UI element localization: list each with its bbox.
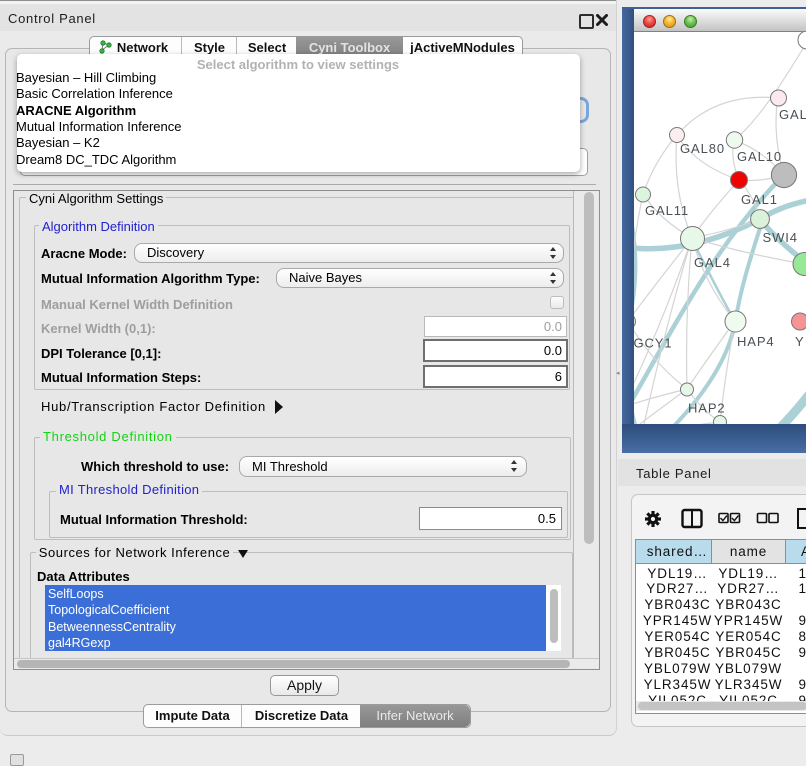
svg-text:SWI4: SWI4 <box>763 230 798 245</box>
svg-text:GAL80: GAL80 <box>680 141 725 156</box>
svg-text:GAL: GAL <box>779 107 806 122</box>
svg-text:GAL11: GAL11 <box>645 203 689 218</box>
svg-text:Y: Y <box>795 334 805 349</box>
svg-text:HAP2: HAP2 <box>688 401 726 416</box>
svg-text:GAL1: GAL1 <box>741 192 778 207</box>
svg-text:HAP4: HAP4 <box>737 334 775 349</box>
svg-text:GAL10: GAL10 <box>737 149 782 164</box>
svg-text:GCY1: GCY1 <box>634 336 673 351</box>
svg-text:GAL4: GAL4 <box>694 255 731 270</box>
